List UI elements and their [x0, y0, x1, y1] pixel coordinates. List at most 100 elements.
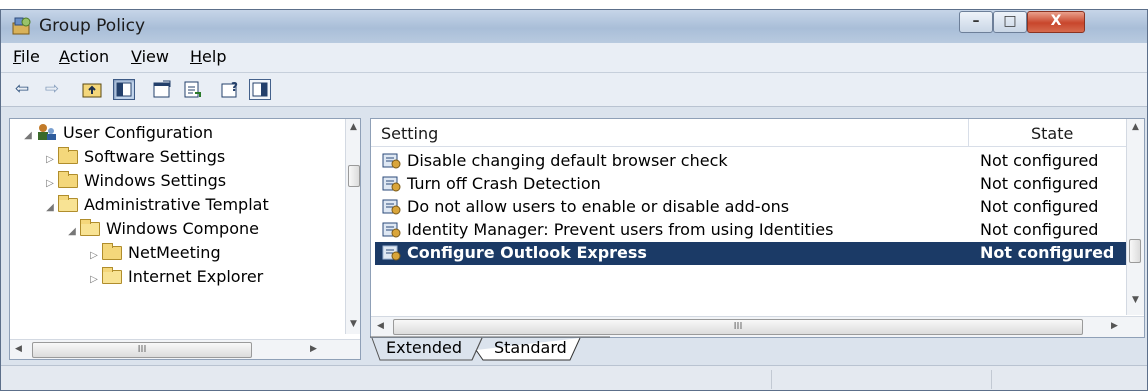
menu-file-mnemonic: F — [13, 47, 22, 66]
menu-help-label: elp — [202, 47, 227, 66]
menu-action-mnemonic: A — [59, 47, 70, 66]
collapsed-arrow-icon[interactable]: ▷ — [44, 178, 56, 189]
column-header-state[interactable]: State — [1031, 124, 1073, 143]
menu-action[interactable]: Action — [59, 47, 109, 66]
open-folder-icon — [102, 267, 122, 284]
scroll-down-arrow-icon[interactable]: ▼ — [1132, 295, 1139, 305]
scroll-left-arrow-icon[interactable]: ◀ — [15, 344, 22, 354]
tree-hscroll-thumb[interactable]: III — [32, 342, 252, 358]
menu-view-mnemonic: V — [131, 47, 142, 66]
export-list-icon[interactable] — [181, 79, 203, 100]
folder-icon — [58, 171, 78, 188]
setting-cell: Do not allow users to enable or disable … — [381, 197, 789, 216]
menu-file[interactable]: File — [13, 47, 40, 66]
list-header: Setting State — [371, 119, 1126, 147]
tab-extended[interactable]: Extended — [380, 336, 468, 360]
title-bar[interactable]: Group Policy – □ X — [1, 10, 1147, 43]
scroll-down-arrow-icon[interactable]: ▼ — [350, 319, 357, 329]
list-row-selected[interactable]: Configure Outlook Express Not configured — [375, 242, 1126, 265]
tab-standard[interactable]: Standard — [488, 336, 573, 360]
open-folder-icon — [58, 195, 78, 212]
status-divider — [771, 370, 772, 389]
back-arrow-icon[interactable]: ⇦ — [11, 79, 33, 100]
tree-horizontal-scrollbar[interactable]: ◀ III ▶ — [10, 339, 360, 359]
maximize-icon: □ — [1003, 13, 1017, 29]
menu-bar: File Action View Help — [1, 43, 1147, 73]
column-divider[interactable] — [968, 119, 969, 147]
tree-item-label: Internet Explorer — [128, 267, 264, 286]
open-folder-icon — [80, 219, 100, 236]
list-horizontal-scrollbar[interactable]: ◀ III ▶ — [371, 316, 1144, 337]
policy-setting-icon — [381, 243, 401, 261]
setting-name: Identity Manager: Prevent users from usi… — [407, 220, 834, 239]
collapsed-arrow-icon[interactable]: ▷ — [88, 274, 100, 285]
menu-view[interactable]: View — [131, 47, 169, 66]
menu-help-mnemonic: H — [190, 47, 203, 66]
maximize-button[interactable]: □ — [993, 11, 1027, 33]
setting-name: Turn off Crash Detection — [407, 174, 601, 193]
user-configuration-icon — [36, 123, 58, 141]
console-tree[interactable]: ◢ User Configuration ▷ Software Settings ▷… — [9, 118, 361, 360]
up-folder-icon[interactable] — [81, 79, 103, 100]
tree-vertical-scrollbar[interactable]: ▲ ▼ — [345, 119, 360, 334]
policy-setting-icon — [381, 151, 401, 169]
minimize-button[interactable]: – — [959, 11, 993, 33]
collapsed-arrow-icon[interactable]: ▷ — [88, 250, 100, 261]
policy-setting-icon — [381, 197, 401, 215]
close-button[interactable]: X — [1027, 11, 1085, 33]
list-row[interactable]: Do not allow users to enable or disable … — [375, 196, 1126, 219]
column-header-setting[interactable]: Setting — [381, 124, 438, 143]
status-bar — [1, 365, 1147, 390]
expanded-arrow-icon[interactable]: ◢ — [22, 130, 34, 141]
collapsed-arrow-icon[interactable]: ▷ — [44, 154, 56, 165]
state-cell: Not configured — [980, 197, 1099, 216]
tree-item-netmeeting[interactable]: ▷ NetMeeting — [88, 243, 221, 267]
view-tabs: Extended Standard — [370, 336, 870, 362]
tree-item-label: NetMeeting — [128, 243, 221, 262]
toolbar: ⇦ ⇨ ? — [1, 73, 1147, 107]
tree-item-software-settings[interactable]: ▷ Software Settings — [44, 147, 225, 171]
setting-name: Disable changing default browser check — [407, 151, 728, 170]
menu-view-label: iew — [141, 47, 169, 66]
scroll-up-arrow-icon[interactable]: ▲ — [1132, 122, 1139, 132]
scroll-right-arrow-icon[interactable]: ▶ — [1111, 321, 1118, 331]
tree-vscroll-thumb[interactable] — [348, 165, 360, 187]
state-cell: Not configured — [980, 243, 1115, 262]
tree-item-internet-explorer[interactable]: ▷ Internet Explorer — [88, 267, 263, 291]
setting-cell: Identity Manager: Prevent users from usi… — [381, 220, 833, 239]
state-cell: Not configured — [980, 151, 1099, 170]
list-row[interactable]: Disable changing default browser check N… — [375, 150, 1126, 173]
folder-icon — [58, 147, 78, 164]
tree-item-label: Administrative Templat — [84, 195, 269, 214]
tree-item-windows-components[interactable]: ◢ Windows Compone — [66, 219, 259, 243]
menu-file-label: ile — [21, 47, 40, 66]
minimize-icon: – — [972, 13, 980, 29]
help-icon[interactable]: ? — [219, 79, 241, 100]
properties-icon[interactable] — [151, 79, 173, 100]
list-hscroll-thumb[interactable]: III — [393, 319, 1083, 335]
setting-cell: Disable changing default browser check — [381, 151, 728, 170]
menu-help[interactable]: Help — [190, 47, 226, 66]
scroll-up-arrow-icon[interactable]: ▲ — [350, 122, 357, 132]
tree-item-administrative-templates[interactable]: ◢ Administrative Templat — [44, 195, 269, 219]
console-tree-icon[interactable] — [249, 79, 271, 100]
tree-item-user-configuration[interactable]: ◢ User Configuration — [22, 123, 213, 147]
state-cell: Not configured — [980, 220, 1099, 239]
expanded-arrow-icon[interactable]: ◢ — [44, 202, 56, 213]
forward-arrow-icon[interactable]: ⇨ — [41, 79, 63, 100]
list-row[interactable]: Turn off Crash Detection Not configured — [375, 173, 1126, 196]
list-row[interactable]: Identity Manager: Prevent users from usi… — [375, 219, 1126, 242]
scroll-left-arrow-icon[interactable]: ◀ — [377, 321, 384, 331]
setting-name: Do not allow users to enable or disable … — [407, 197, 790, 216]
group-policy-window: Group Policy – □ X File Action View Help… — [0, 9, 1148, 391]
setting-cell: Configure Outlook Express — [381, 243, 647, 262]
list-vertical-scrollbar[interactable]: ▲ ▼ — [1126, 119, 1144, 315]
scroll-right-arrow-icon[interactable]: ▶ — [310, 344, 317, 354]
settings-list[interactable]: Setting State Disable changing default b… — [370, 118, 1145, 338]
tree-item-windows-settings[interactable]: ▷ Windows Settings — [44, 171, 226, 195]
svg-text:?: ? — [231, 80, 238, 94]
list-vscroll-thumb[interactable] — [1129, 239, 1141, 263]
tree-item-label: User Configuration — [63, 123, 214, 142]
expanded-arrow-icon[interactable]: ◢ — [66, 226, 78, 237]
show-hide-tree-icon[interactable] — [113, 79, 135, 100]
